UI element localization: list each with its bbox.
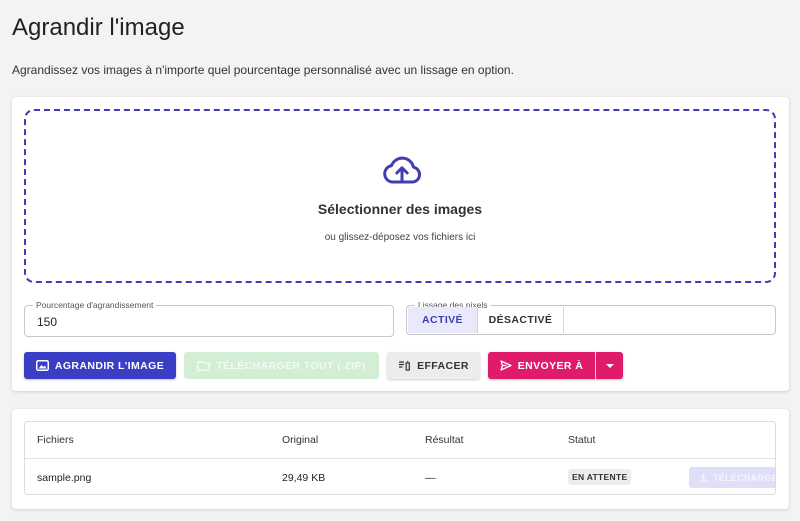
dropzone[interactable]: Sélectionner des images ou glissez-dépos… [24, 109, 776, 283]
percent-field[interactable]: Pourcentage d'agrandissement 150 [24, 299, 394, 337]
enlarge-button[interactable]: AGRANDIR L'IMAGE [24, 352, 176, 379]
dropzone-title: Sélectionner des images [317, 201, 483, 217]
send-to-menu-button[interactable] [596, 352, 623, 379]
smoothing-toggle-group: Lissage des pixels ACTIVÉ DÉSACTIVÉ [406, 299, 776, 335]
enlarge-button-label: AGRANDIR L'IMAGE [54, 359, 165, 372]
upload-card: Sélectionner des images ou glissez-dépos… [12, 97, 789, 391]
row-file-name: sample.png [37, 472, 92, 484]
files-card: Fichiers Original Résultat Statut sample… [12, 409, 789, 509]
dropzone-subtitle: ou glissez-déposez vos fichiers ici [324, 232, 476, 243]
smoothing-on-button[interactable]: ACTIVÉ [408, 307, 478, 333]
folder-zip-icon [197, 361, 211, 371]
row-result: — [425, 472, 436, 484]
caret-down-icon [605, 363, 614, 368]
send-icon [500, 360, 512, 371]
files-table: Fichiers Original Résultat Statut sample… [24, 421, 776, 495]
col-files-header: Fichiers [37, 434, 74, 446]
clear-button[interactable]: EFFACER [387, 352, 480, 379]
cloud-upload-icon [383, 156, 422, 184]
row-original-size: 29,49 KB [282, 472, 326, 484]
row-download-label: TÉLÉCHARGER [713, 472, 775, 483]
header-divider [25, 458, 775, 459]
download-icon [699, 473, 708, 482]
percent-input[interactable]: 150 [37, 315, 57, 329]
col-status-header: Statut [568, 434, 596, 446]
image-icon [35, 360, 49, 371]
clear-list-icon [399, 360, 411, 371]
send-to-button[interactable]: ENVOYER À [488, 352, 595, 379]
percent-label: Pourcentage d'agrandissement [33, 299, 157, 311]
col-original-header: Original [282, 434, 319, 446]
col-result-header: Résultat [425, 434, 464, 446]
download-all-label: TÉLÉCHARGER TOUT (.ZIP) [216, 359, 366, 372]
page-subtitle: Agrandissez vos images à n'importe quel … [12, 63, 514, 77]
status-badge: EN ATTENTE [568, 469, 632, 485]
row-download-button[interactable]: TÉLÉCHARGER [689, 467, 775, 488]
download-all-button[interactable]: TÉLÉCHARGER TOUT (.ZIP) [184, 352, 379, 379]
smoothing-off-button[interactable]: DÉSACTIVÉ [478, 307, 564, 333]
page-title: Agrandir l'image [12, 14, 185, 41]
send-to-label: ENVOYER À [517, 359, 584, 372]
clear-button-label: EFFACER [417, 359, 469, 372]
